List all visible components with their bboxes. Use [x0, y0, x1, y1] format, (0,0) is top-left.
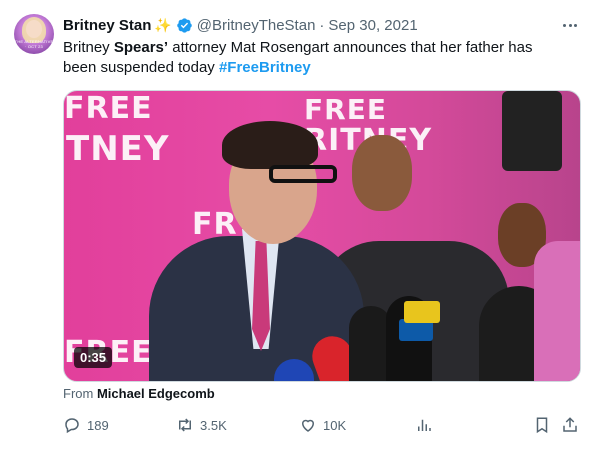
- avatar-caption: THE ALTERNATIVE · OCT 23: [14, 39, 54, 49]
- avatar-face: [26, 20, 42, 38]
- tweet-text-highlight: Spears’: [113, 39, 169, 56]
- retweet-count: 3.5K: [200, 417, 227, 433]
- source-label: From: [63, 386, 97, 401]
- tweet-card[interactable]: THE ALTERNATIVE · OCT 23 Britney Stan ✨ …: [0, 0, 595, 450]
- author-avatar[interactable]: THE ALTERNATIVE · OCT 23: [14, 14, 54, 54]
- views-button[interactable]: [415, 414, 439, 436]
- fan-figure: [534, 241, 580, 381]
- video-duration: 0:35: [74, 347, 113, 368]
- reply-button[interactable]: 189: [63, 414, 109, 436]
- action-bar: 189 3.5K 10K: [63, 414, 581, 436]
- bookmark-icon: [536, 417, 548, 434]
- views-icon: [418, 419, 431, 431]
- media-source: From Michael Edgecomb: [63, 386, 215, 401]
- header-separator: ·: [319, 16, 325, 34]
- author-name[interactable]: Britney Stan: [63, 17, 151, 34]
- backdrop-text: TNEY: [66, 129, 170, 169]
- sparkle-emoji: ✨: [154, 16, 172, 33]
- hashtag-link[interactable]: #FreeBritney: [219, 59, 311, 76]
- retweet-icon: [179, 418, 191, 432]
- reply-count: 189: [87, 417, 109, 433]
- speaker-hair: [222, 121, 318, 169]
- tweet-date[interactable]: Sep 30, 2021: [328, 17, 417, 34]
- bodyguard-head: [352, 135, 412, 211]
- like-count: 10K: [323, 417, 347, 433]
- more-dot: [574, 23, 577, 27]
- more-options-icon[interactable]: [560, 17, 580, 33]
- tweet-text-start: Britney: [63, 39, 114, 56]
- bookmark-button[interactable]: [533, 414, 557, 436]
- reply-icon: [65, 418, 79, 434]
- like-icon: [301, 419, 315, 432]
- mic-flag: [404, 301, 440, 323]
- video-player[interactable]: FREE TNEY FREE RITNEY FR FREE 0:35: [63, 90, 581, 382]
- speaker-glasses: [269, 165, 337, 183]
- like-button[interactable]: 10K: [299, 414, 346, 436]
- share-button[interactable]: [561, 414, 585, 436]
- more-dot: [563, 23, 566, 27]
- camera-phone: [502, 91, 562, 171]
- retweet-button[interactable]: 3.5K: [176, 414, 227, 436]
- verified-badge-icon: [176, 17, 193, 34]
- backdrop-text: FREE: [304, 93, 387, 126]
- more-dot: [568, 23, 572, 27]
- backdrop-text: FREE: [64, 91, 153, 126]
- tweet-header: Britney Stan ✨ @BritneyTheStan · Sep 30,…: [63, 15, 418, 35]
- tweet-text: Britney Spears’ attorney Mat Rosengart a…: [63, 38, 563, 78]
- source-name[interactable]: Michael Edgecomb: [97, 386, 215, 401]
- share-icon: [563, 417, 577, 432]
- author-handle[interactable]: @BritneyTheStan: [197, 17, 316, 34]
